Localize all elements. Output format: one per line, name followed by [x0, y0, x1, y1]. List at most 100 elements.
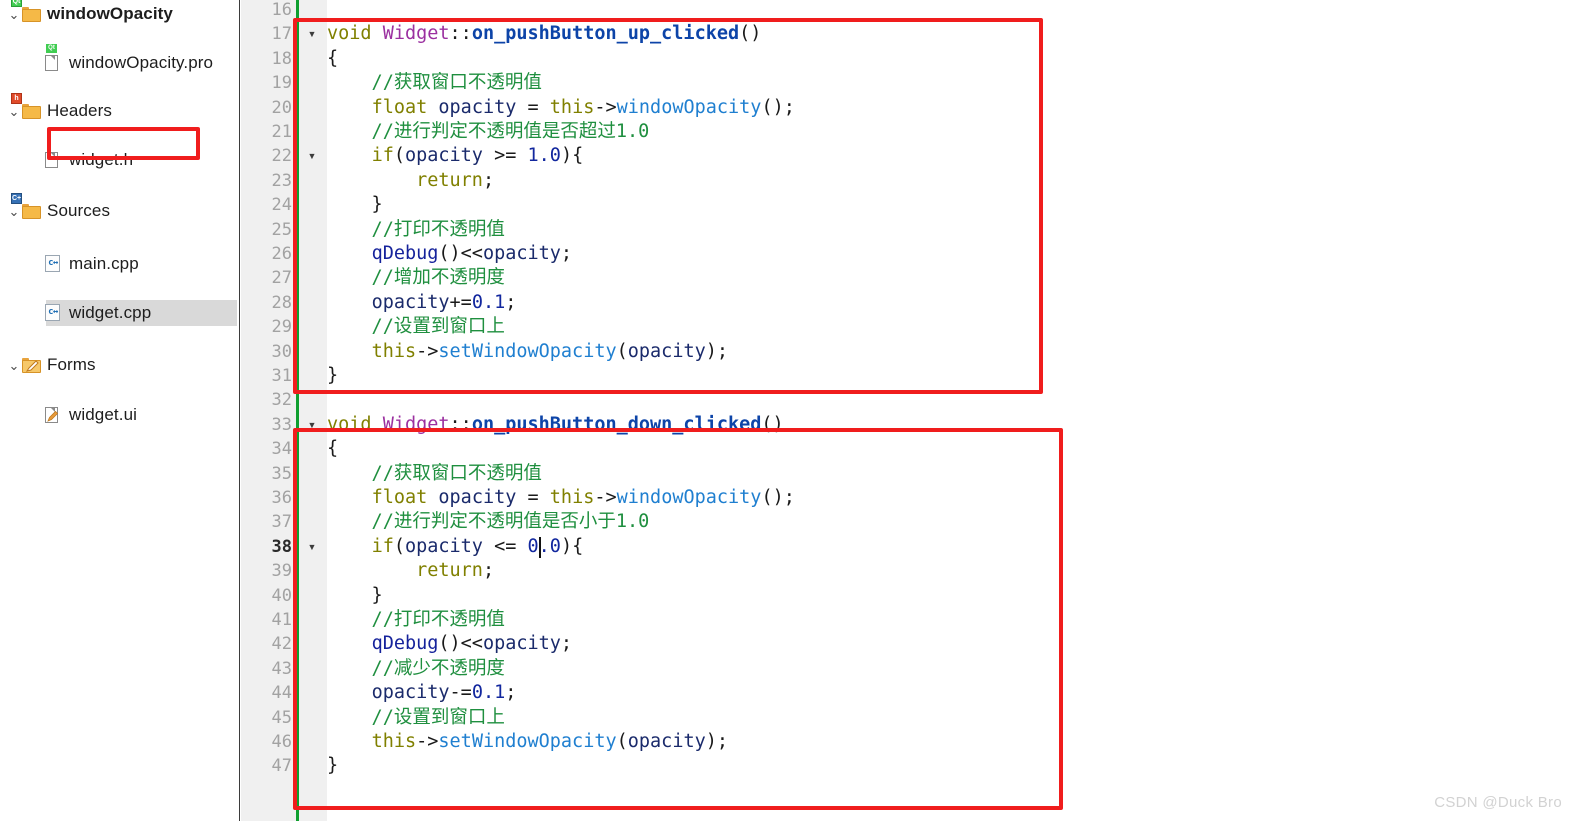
line-number: 34 — [271, 439, 292, 460]
line-number: 30 — [271, 341, 292, 362]
line-number: 32 — [271, 390, 292, 411]
code-line[interactable]: //进行判定不透明值是否超过1.0 — [327, 120, 650, 144]
code-editor-pane[interactable]: 16 17 18 19 20 21 22 23 24 25 26 27 28 29 30 31 32 33 34 35… — [241, 0, 1578, 821]
tree-item-forms[interactable]: ⌄ Forms — [0, 351, 239, 379]
tree-item-widget-ui[interactable]: ⌄ widget.ui — [0, 401, 239, 429]
code-line[interactable]: } — [327, 364, 338, 388]
fold-marker-column[interactable]: ▼ ▼ ▼ ▼ — [299, 0, 327, 821]
ui-file-icon — [44, 406, 63, 425]
fold-toggle-icon[interactable]: ▼ — [305, 22, 319, 46]
line-number: 40 — [271, 585, 292, 606]
code-line[interactable]: { — [327, 47, 338, 71]
code-line[interactable]: if(opacity >= 1.0){ — [327, 144, 584, 168]
line-number: 31 — [271, 366, 292, 386]
code-line[interactable]: //减少不透明度 — [327, 657, 505, 681]
tree-item-label: Sources — [47, 201, 111, 220]
code-line[interactable]: void Widget::on_pushButton_up_clicked() — [327, 22, 761, 46]
line-number: 22 — [271, 146, 292, 167]
tree-item-label: Forms — [47, 355, 96, 374]
tree-item-windowOpacity[interactable]: ⌄ Qt windowOpacity — [0, 0, 239, 28]
spacer-icon: ⌄ — [28, 57, 44, 70]
code-line[interactable]: //获取窗口不透明值 — [327, 462, 542, 486]
code-line[interactable]: float opacity = this->windowOpacity(); — [327, 96, 795, 120]
code-line[interactable]: //增加不透明度 — [327, 266, 505, 290]
code-line[interactable]: return; — [327, 169, 494, 193]
line-number: 44 — [271, 683, 292, 704]
sources-folder-icon: C+ — [11, 192, 41, 221]
code-line[interactable]: float opacity = this->windowOpacity(); — [327, 486, 795, 510]
line-number: 27 — [271, 268, 292, 289]
spacer-icon: ⌄ — [28, 154, 44, 167]
headers-folder-icon: h — [11, 92, 41, 121]
tree-item-label: widget.cpp — [69, 303, 152, 322]
line-number: 37 — [271, 512, 292, 533]
line-number: 23 — [271, 170, 292, 191]
code-line[interactable]: opacity-=0.1; — [327, 681, 517, 705]
fold-toggle-icon[interactable]: ▼ — [305, 535, 319, 559]
tree-item-label: main.cpp — [69, 254, 139, 273]
fold-toggle-icon[interactable]: ▼ — [305, 144, 319, 168]
code-line[interactable]: qDebug()<<opacity; — [327, 242, 573, 266]
header-file-icon — [44, 151, 63, 170]
tree-item-main-cpp[interactable]: ⌄ c↔ main.cpp — [0, 250, 239, 278]
code-line[interactable]: //进行判定不透明值是否小于1.0 — [327, 510, 650, 534]
chevron-down-icon[interactable]: ⌄ — [6, 359, 22, 372]
chevron-down-icon[interactable]: ⌄ — [6, 105, 22, 118]
spacer-icon: ⌄ — [28, 307, 44, 320]
code-line[interactable]: return; — [327, 559, 494, 583]
line-number: 20 — [271, 97, 292, 118]
code-line[interactable]: this->setWindowOpacity(opacity); — [327, 340, 728, 364]
pencil-icon — [47, 410, 59, 422]
code-text-area[interactable]: void Widget::on_pushButton_up_clicked(){… — [327, 0, 1578, 821]
code-line[interactable]: qDebug()<<opacity; — [327, 632, 573, 656]
line-number: 28 — [271, 292, 292, 313]
line-number: 16 — [271, 0, 292, 20]
code-line[interactable]: opacity+=0.1; — [327, 291, 517, 315]
watermark-text: CSDN @Duck Bro — [1434, 794, 1562, 811]
tree-item-sources[interactable]: ⌄ C+ Sources — [0, 192, 239, 225]
line-number: 35 — [271, 463, 292, 484]
code-line[interactable]: //获取窗口不透明值 — [327, 71, 542, 95]
tree-item-widget-cpp[interactable]: ⌄ c↔ widget.cpp — [0, 299, 239, 327]
code-line[interactable]: //设置到窗口上 — [327, 315, 505, 339]
line-number: 36 — [271, 488, 292, 508]
tree-item-label: windowOpacity — [47, 4, 173, 23]
cpp-file-icon: c↔ — [44, 254, 63, 274]
project-tree-pane[interactable]: ⌄ Qt windowOpacity ⌄ Qt windowOpacity.pr… — [0, 0, 240, 821]
line-number: 24 — [271, 195, 292, 216]
line-number: 17 — [271, 24, 292, 45]
tree-item-label: widget.ui — [69, 405, 137, 424]
chevron-down-icon[interactable]: ⌄ — [6, 205, 22, 218]
code-line[interactable]: } — [327, 584, 383, 608]
code-line[interactable]: this->setWindowOpacity(opacity); — [327, 730, 728, 754]
tree-item-widget-h[interactable]: ⌄ widget.h — [0, 146, 239, 174]
line-number: 33 — [271, 414, 292, 435]
code-line[interactable]: void Widget::on_pushButton_down_clicked(… — [327, 413, 784, 437]
line-number: 45 — [271, 707, 292, 728]
line-number: 21 — [271, 122, 292, 142]
qt-project-folder-icon: Qt — [11, 0, 41, 24]
code-line[interactable]: if(opacity <= 0.0){ — [327, 535, 584, 559]
forms-folder-icon — [22, 356, 41, 375]
tree-item-headers[interactable]: ⌄ h Headers — [0, 92, 239, 125]
line-number: 19 — [271, 73, 292, 94]
code-line[interactable]: } — [327, 754, 338, 778]
spacer-icon: ⌄ — [28, 258, 44, 271]
tree-item-label: widget.h — [69, 150, 134, 169]
code-line[interactable]: //打印不透明值 — [327, 608, 505, 632]
fold-toggle-icon[interactable]: ▼ — [305, 413, 319, 437]
code-line[interactable]: //设置到窗口上 — [327, 706, 505, 730]
tree-item-label: Headers — [47, 101, 112, 120]
line-number-gutter: 16 17 18 19 20 21 22 23 24 25 26 27 28 29 30 31 32 33 34 35… — [241, 0, 296, 821]
chevron-down-icon[interactable]: ⌄ — [6, 8, 22, 21]
tree-item-windowOpacity-pro[interactable]: ⌄ Qt windowOpacity.pro — [0, 43, 239, 77]
code-line[interactable]: { — [327, 437, 338, 461]
tree-item-label: windowOpacity.pro — [69, 53, 214, 72]
line-number: 38 — [271, 536, 292, 557]
line-number: 26 — [271, 244, 292, 264]
code-line[interactable]: //打印不透明值 — [327, 218, 505, 242]
cpp-file-icon: c↔ — [44, 303, 63, 323]
code-line[interactable]: } — [327, 193, 383, 217]
line-number: 46 — [271, 732, 292, 752]
pencil-icon — [26, 359, 39, 372]
